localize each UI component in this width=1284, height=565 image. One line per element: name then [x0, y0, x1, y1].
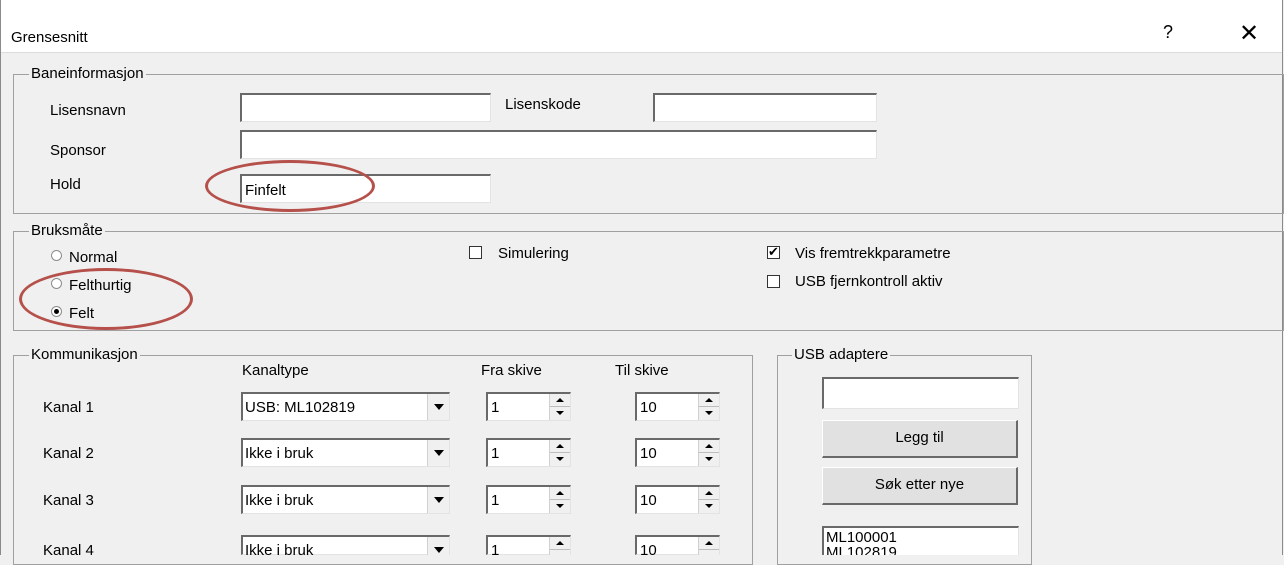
radio-felthurtig-label[interactable]: Felthurtig: [69, 277, 132, 294]
spinner-buttons: [698, 394, 719, 420]
kanal-1-type-value: USB: ML102819: [245, 399, 356, 416]
help-icon[interactable]: ?: [1163, 22, 1173, 43]
list-item[interactable]: ML102819: [824, 545, 1018, 555]
spinner-buttons: [698, 440, 719, 466]
radio-felthurtig[interactable]: [51, 278, 62, 289]
window-title: Grensesnitt: [11, 29, 88, 46]
kanal-1-til-spinner[interactable]: 10: [635, 392, 720, 421]
kanal-3-fra-value: 1: [491, 492, 500, 509]
kanal-1-type-combo[interactable]: USB: ML102819: [241, 392, 450, 421]
kanal-4-type-combo[interactable]: Ikke i bruk: [241, 535, 450, 559]
kanal-4-fra-value: 1: [491, 542, 500, 559]
chevron-down-icon[interactable]: [427, 440, 449, 466]
spinner-buttons: [698, 487, 719, 513]
spin-down-icon[interactable]: [699, 453, 719, 466]
bruksmate-label: Bruksmåte: [29, 222, 105, 239]
lisensnavn-field[interactable]: [240, 93, 491, 122]
spin-down-icon[interactable]: [550, 453, 570, 466]
kanal-3-til-value: 10: [640, 492, 657, 509]
spinner-buttons: [698, 537, 719, 555]
kommunikasjon-label: Kommunikasjon: [29, 346, 140, 363]
kanal-2-fra-spinner[interactable]: 1: [486, 438, 571, 467]
kanal-3-til-spinner[interactable]: 10: [635, 485, 720, 514]
kanal-1-label: Kanal 1: [43, 399, 94, 416]
spin-up-icon[interactable]: [550, 487, 570, 500]
kanal-1-fra-spinner[interactable]: 1: [486, 392, 571, 421]
kanal-4-til-value: 10: [640, 542, 657, 559]
sponsor-label: Sponsor: [50, 142, 106, 159]
vis-fremtrekk-label[interactable]: Vis fremtrekkparametre: [795, 245, 951, 262]
kanal-1-til-value: 10: [640, 399, 657, 416]
spinner-buttons: [549, 440, 570, 466]
radio-felt-label[interactable]: Felt: [69, 305, 94, 322]
kanal-2-label: Kanal 2: [43, 445, 94, 462]
spin-up-icon[interactable]: [699, 487, 719, 500]
spin-down-icon[interactable]: [699, 500, 719, 513]
title-separator: [1, 52, 1282, 53]
spin-down-icon[interactable]: [550, 407, 570, 420]
spin-down-icon[interactable]: [550, 500, 570, 513]
til-skive-header: Til skive: [615, 362, 669, 379]
kanal-2-til-value: 10: [640, 445, 657, 462]
spinner-buttons: [549, 394, 570, 420]
usb-adapter-input[interactable]: [822, 377, 1019, 409]
spin-up-icon[interactable]: [699, 537, 719, 550]
spin-up-icon[interactable]: [699, 440, 719, 453]
kanal-3-type-combo[interactable]: Ikke i bruk: [241, 485, 450, 514]
hold-label: Hold: [50, 176, 81, 193]
lisenskode-field[interactable]: [653, 93, 877, 122]
spinner-buttons: [549, 537, 570, 555]
spinner-buttons: [549, 487, 570, 513]
kanaltype-header: Kanaltype: [242, 362, 309, 379]
bruksmate-group: [13, 231, 1284, 331]
fra-skive-header: Fra skive: [481, 362, 542, 379]
usb-remote-label[interactable]: USB fjernkontroll aktiv: [795, 273, 943, 290]
simulering-label[interactable]: Simulering: [498, 245, 569, 262]
radio-felt[interactable]: [51, 306, 62, 317]
spin-up-icon[interactable]: [550, 440, 570, 453]
spin-down-icon[interactable]: [699, 407, 719, 420]
spin-up-icon[interactable]: [550, 537, 570, 550]
kanal-4-fra-spinner[interactable]: 1: [486, 535, 571, 559]
lisenskode-label: Lisenskode: [505, 96, 581, 113]
usb-adapter-list[interactable]: ML100001 ML102819: [822, 526, 1019, 555]
vis-fremtrekk-checkbox[interactable]: [767, 243, 780, 261]
radio-normal-label[interactable]: Normal: [69, 249, 117, 266]
list-item[interactable]: ML100001: [824, 528, 1018, 545]
kanal-2-type-value: Ikke i bruk: [245, 445, 314, 462]
chevron-down-icon[interactable]: [427, 487, 449, 513]
lisensnavn-label: Lisensnavn: [50, 102, 126, 119]
spin-up-icon[interactable]: [550, 394, 570, 407]
kanal-4-type-value: Ikke i bruk: [245, 542, 314, 559]
title-bar: Grensesnitt ? ✕: [1, 0, 1282, 52]
chevron-down-icon[interactable]: [427, 537, 449, 555]
dialog-window: Grensesnitt ? ✕ Baneinformasjon Lisensna…: [0, 0, 1284, 565]
kanal-3-label: Kanal 3: [43, 492, 94, 509]
close-icon[interactable]: ✕: [1239, 19, 1259, 48]
spin-up-icon[interactable]: [699, 394, 719, 407]
usb-remote-checkbox[interactable]: [767, 275, 780, 288]
usb-adaptere-label: USB adaptere: [792, 346, 891, 363]
kanal-2-type-combo[interactable]: Ikke i bruk: [241, 438, 450, 467]
sponsor-field[interactable]: [240, 130, 877, 159]
hold-field[interactable]: Finfelt: [240, 174, 491, 203]
kanal-2-til-spinner[interactable]: 10: [635, 438, 720, 467]
chevron-down-icon[interactable]: [427, 394, 449, 420]
kanal-1-fra-value: 1: [491, 399, 500, 416]
baneinformasjon-label: Baneinformasjon: [29, 65, 146, 82]
sok-etter-nye-button[interactable]: Søk etter nye: [822, 467, 1018, 505]
kanal-2-fra-value: 1: [491, 445, 500, 462]
kanal-4-til-spinner[interactable]: 10: [635, 535, 720, 559]
legg-til-button[interactable]: Legg til: [822, 420, 1018, 458]
radio-normal[interactable]: [51, 250, 62, 261]
kanal-3-fra-spinner[interactable]: 1: [486, 485, 571, 514]
kanal-3-type-value: Ikke i bruk: [245, 492, 314, 509]
kanal-4-label: Kanal 4: [43, 542, 94, 559]
simulering-checkbox[interactable]: [469, 246, 482, 259]
